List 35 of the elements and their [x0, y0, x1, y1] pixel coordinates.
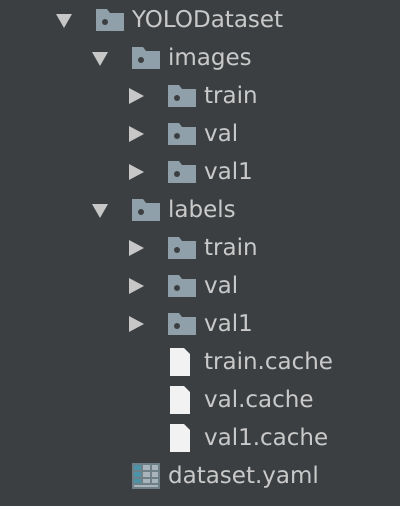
folder-icon [132, 47, 160, 69]
folder-icon [168, 275, 196, 297]
folder-icon [168, 313, 196, 335]
file-icon [168, 386, 192, 414]
folder-name[interactable]: val1 [204, 159, 253, 185]
folder-name[interactable]: train [204, 83, 258, 109]
folder-name[interactable]: labels [168, 197, 236, 223]
file-name[interactable]: dataset.yaml [168, 463, 319, 489]
folder-name[interactable]: YOLODataset [132, 7, 284, 33]
folder-icon [96, 9, 124, 31]
folder-icon [168, 237, 196, 259]
file-icon [168, 348, 192, 376]
collapse-arrow-icon[interactable] [56, 12, 72, 28]
folder-icon [168, 161, 196, 183]
collapse-arrow-icon[interactable] [92, 50, 108, 66]
file-icon [168, 424, 192, 452]
folder-icon [168, 123, 196, 145]
expand-arrow-icon[interactable] [128, 240, 144, 256]
folder-name[interactable]: train [204, 235, 258, 261]
folder-name[interactable]: images [168, 45, 252, 71]
folder-icon [168, 85, 196, 107]
expand-arrow-icon[interactable] [128, 278, 144, 294]
expand-arrow-icon[interactable] [128, 316, 144, 332]
collapse-arrow-icon[interactable] [92, 202, 108, 218]
file-name[interactable]: train.cache [204, 349, 333, 375]
expand-arrow-icon[interactable] [128, 164, 144, 180]
file-name[interactable]: val1.cache [204, 425, 328, 451]
file-name[interactable]: val.cache [204, 387, 314, 413]
folder-name[interactable]: val [204, 121, 238, 147]
folder-name[interactable]: val [204, 273, 238, 299]
spreadsheet-icon [132, 463, 160, 489]
folder-name[interactable]: val1 [204, 311, 253, 337]
folder-icon [132, 199, 160, 221]
expand-arrow-icon[interactable] [128, 126, 144, 142]
expand-arrow-icon[interactable] [128, 88, 144, 104]
